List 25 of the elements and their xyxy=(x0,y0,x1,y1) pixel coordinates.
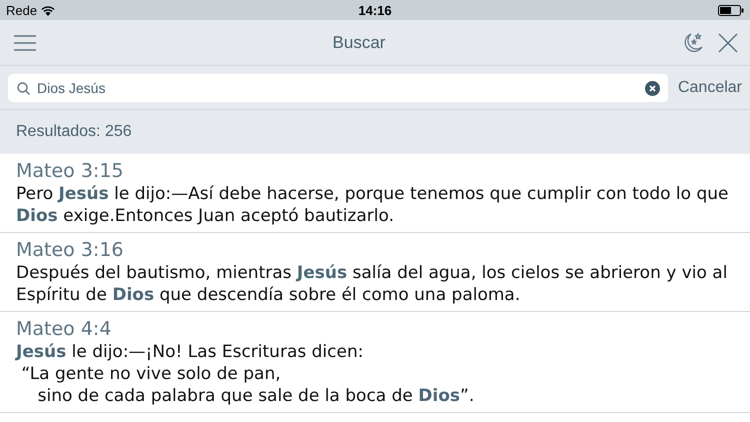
moon-stars-icon xyxy=(682,32,704,54)
menu-icon xyxy=(14,34,36,50)
search-icon xyxy=(17,82,30,94)
result-item[interactable]: Mateo 3:16 Después del bautismo, mientras Jesús salía del agua, los cielos se abrieron y vio al Espíritu de Dios que descendía sobre él como una paloma. xyxy=(0,233,750,312)
verse-reference: Mateo 4:4 xyxy=(16,317,112,341)
carrier-label: Rede xyxy=(6,2,38,18)
verse-text: Pero Jesús le dijo:—Así debe hacerse, porque tenemos que cumplir con todo lo que Dios exige.Entonces Juan aceptó bautizarlo. xyxy=(16,183,730,227)
clear-icon[interactable] xyxy=(644,80,660,96)
verse-text: Jesús le dijo:—¡No! Las Escrituras dicen: “La gente no vive solo de pan, sino de cada palabra que sale de la boca de Dios”. xyxy=(16,341,476,407)
search-field[interactable]: Dios Jesús xyxy=(8,74,668,102)
verse-text: Después del bautismo, mientras Jesús salía del agua, los cielos se abrieron y vio al Espíritu de Dios que descendía sobre él como una paloma. xyxy=(16,262,728,306)
battery-icon xyxy=(718,4,744,16)
cancel-button[interactable]: Cancelar xyxy=(678,78,742,96)
results-count: Resultados: 256 xyxy=(16,123,132,141)
result-item[interactable]: Mateo 3:15 Pero Jesús le dijo:—Así debe hacerse, porque tenemos que cumplir con todo lo que Dios exige.Entonces Juan aceptó bautizarlo. xyxy=(0,154,750,233)
menu-button[interactable] xyxy=(14,34,36,50)
verse-reference: Mateo 3:16 xyxy=(16,238,125,262)
wifi-icon xyxy=(41,4,56,16)
close-icon xyxy=(718,32,738,52)
clock-time: 14:16 xyxy=(358,2,392,18)
result-item[interactable]: Mateo 4:4 Jesús le dijo:—¡No! Las Escrituras dicen: “La gente no vive solo de pan, sino de cada palabra que sale de la boca de Dios”. xyxy=(0,312,750,413)
verse-reference: Mateo 3:15 xyxy=(16,159,125,183)
screen-title: Buscar xyxy=(332,32,386,52)
close-button[interactable] xyxy=(718,32,738,52)
night-mode-button[interactable] xyxy=(682,32,704,54)
